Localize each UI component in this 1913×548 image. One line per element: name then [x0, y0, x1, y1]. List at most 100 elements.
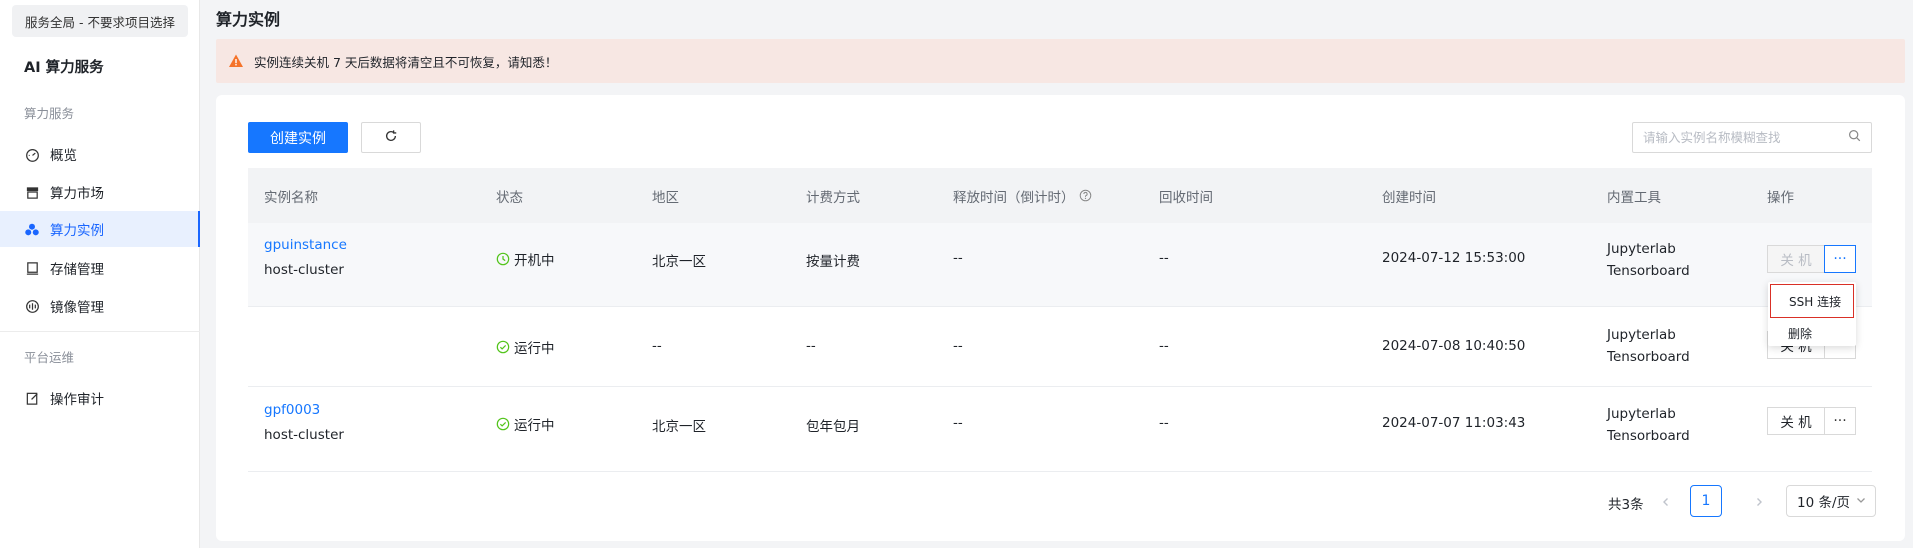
- region-cell: 北京一区: [652, 419, 706, 435]
- col-header-name: 实例名称: [264, 189, 318, 206]
- instance-name-link[interactable]: gpuinstance: [264, 237, 347, 253]
- release-cell: --: [953, 250, 963, 266]
- scope-selector-button[interactable]: 服务全局 - 不要求项目选择: [12, 5, 188, 37]
- nav-group-label-compute: 算力服务: [24, 106, 75, 121]
- col-header-region: 地区: [652, 189, 679, 206]
- search-input[interactable]: [1643, 130, 1848, 145]
- status-text: 运行中: [514, 418, 555, 434]
- prev-page-button[interactable]: [1654, 488, 1678, 518]
- instance-name-link[interactable]: gpf0003: [264, 402, 320, 418]
- col-header-billing: 计费方式: [806, 189, 860, 206]
- chevron-down-icon: [1856, 493, 1866, 509]
- table-row: gpf0003 host-cluster 运行中 北京一区 包年包月 -- --…: [248, 387, 1872, 472]
- instance-cluster: host-cluster: [264, 262, 344, 278]
- sidebar-item-label: 算力实例: [50, 223, 104, 239]
- warning-alert: 实例连续关机 7 天后数据将清空且不可恢复，请知悉！: [216, 39, 1905, 83]
- sidebar-item-images[interactable]: 镜像管理: [0, 288, 200, 324]
- page-number-current[interactable]: 1: [1690, 485, 1722, 517]
- ssh-connect-menu-item[interactable]: SSH 连接: [1770, 284, 1854, 318]
- region-cell: 北京一区: [652, 254, 706, 270]
- billing-cell: --: [806, 338, 816, 354]
- search-icon[interactable]: [1848, 129, 1861, 146]
- col-header-created: 创建时间: [1382, 189, 1436, 206]
- col-header-tools: 内置工具: [1607, 189, 1661, 206]
- col-header-status: 状态: [496, 189, 523, 206]
- sidebar-item-label: 镜像管理: [50, 300, 104, 316]
- shutdown-button[interactable]: 关 机: [1767, 245, 1825, 273]
- table-row: gpuinstance host-cluster 开机中 北京一区 按量计费 -…: [248, 223, 1872, 307]
- more-actions-button[interactable]: ···: [1824, 245, 1856, 273]
- status-badge: 运行中: [496, 414, 555, 434]
- warning-icon: [228, 53, 244, 69]
- instances-icon: [24, 221, 40, 237]
- tool-jupyterlab: Jupyterlab: [1607, 406, 1676, 422]
- shutdown-button[interactable]: 关 机: [1767, 407, 1825, 435]
- sidebar-item-storage[interactable]: 存储管理: [0, 250, 200, 286]
- create-instance-button[interactable]: 创建实例: [248, 122, 348, 153]
- instance-cluster: host-cluster: [264, 427, 344, 443]
- region-cell: --: [652, 338, 662, 354]
- chevron-right-icon: [1754, 495, 1764, 511]
- more-actions-menu: SSH 连接 删除: [1768, 282, 1856, 346]
- next-page-button[interactable]: [1747, 488, 1771, 518]
- created-cell: 2024-07-12 15:53:00: [1382, 250, 1526, 266]
- table-header: 实例名称 状态 地区 计费方式 释放时间（倒计时） 回收时间 创建时间 内置工具…: [248, 168, 1872, 223]
- status-text: 开机中: [514, 253, 555, 269]
- nav-group-label-ops: 平台运维: [24, 350, 75, 365]
- tool-tensorboard: Tensorboard: [1607, 263, 1690, 279]
- page-size-select[interactable]: 10 条/页: [1786, 485, 1876, 517]
- billing-cell: 按量计费: [806, 254, 860, 270]
- created-cell: 2024-07-07 11:03:43: [1382, 415, 1526, 431]
- status-badge: 开机中: [496, 249, 555, 269]
- market-icon: [24, 184, 40, 200]
- chevron-left-icon: [1661, 495, 1671, 511]
- col-header-recycle: 回收时间: [1159, 189, 1213, 206]
- sidebar-item-overview[interactable]: 概览: [0, 136, 200, 172]
- col-header-release: 释放时间（倒计时）: [953, 168, 1092, 223]
- nav-divider: [0, 331, 200, 332]
- audit-icon: [24, 390, 40, 406]
- col-header-actions: 操作: [1767, 189, 1794, 206]
- tool-tensorboard: Tensorboard: [1607, 428, 1690, 444]
- alert-text: 实例连续关机 7 天后数据将清空且不可恢复，请知悉！: [254, 54, 558, 70]
- sidebar-item-label: 操作审计: [50, 392, 104, 408]
- search-box: [1632, 122, 1872, 153]
- tool-jupyterlab: Jupyterlab: [1607, 327, 1676, 343]
- page-size-value: 10 条/页: [1797, 495, 1851, 511]
- billing-cell: 包年包月: [806, 419, 860, 435]
- app-title: AI 算力服务: [24, 60, 104, 76]
- refresh-icon: [384, 129, 398, 147]
- sidebar-item-audit[interactable]: 操作审计: [0, 380, 200, 416]
- more-actions-button[interactable]: ···: [1824, 407, 1856, 435]
- check-circle-icon: [496, 417, 510, 431]
- sidebar-item-label: 算力市场: [50, 186, 104, 202]
- created-cell: 2024-07-08 10:40:50: [1382, 338, 1526, 354]
- sidebar-item-label: 存储管理: [50, 262, 104, 278]
- check-circle-icon: [496, 340, 510, 354]
- recycle-cell: --: [1159, 415, 1169, 431]
- instances-card: 创建实例 实例名称 状态 地区 计费方式 释放时间（倒计时） 回收时间 创建时间…: [216, 95, 1905, 541]
- recycle-cell: --: [1159, 338, 1169, 354]
- sidebar-item-label: 概览: [50, 148, 77, 164]
- status-badge: 运行中: [496, 337, 555, 357]
- sidebar: 服务全局 - 不要求项目选择 AI 算力服务 算力服务 概览 算力市场 算力实例…: [0, 0, 200, 548]
- page-title: 算力实例: [216, 10, 281, 29]
- tool-tensorboard: Tensorboard: [1607, 349, 1690, 365]
- delete-menu-item[interactable]: 删除: [1768, 318, 1856, 348]
- release-cell: --: [953, 415, 963, 431]
- table-row: 运行中 -- -- -- -- 2024-07-08 10:40:50 Jupy…: [248, 307, 1872, 387]
- dashboard-icon: [24, 146, 40, 162]
- sidebar-item-market[interactable]: 算力市场: [0, 174, 200, 210]
- sidebar-item-instances[interactable]: 算力实例: [0, 211, 200, 247]
- storage-icon: [24, 260, 40, 276]
- help-icon[interactable]: [1079, 189, 1092, 202]
- image-icon: [24, 298, 40, 314]
- status-text: 运行中: [514, 341, 555, 357]
- col-header-release-label: 释放时间（倒计时）: [953, 189, 1075, 206]
- recycle-cell: --: [1159, 250, 1169, 266]
- tool-jupyterlab: Jupyterlab: [1607, 241, 1676, 257]
- pagination-total: 共3条: [1608, 497, 1644, 513]
- refresh-button[interactable]: [361, 122, 421, 153]
- release-cell: --: [953, 338, 963, 354]
- clock-icon: [496, 252, 510, 266]
